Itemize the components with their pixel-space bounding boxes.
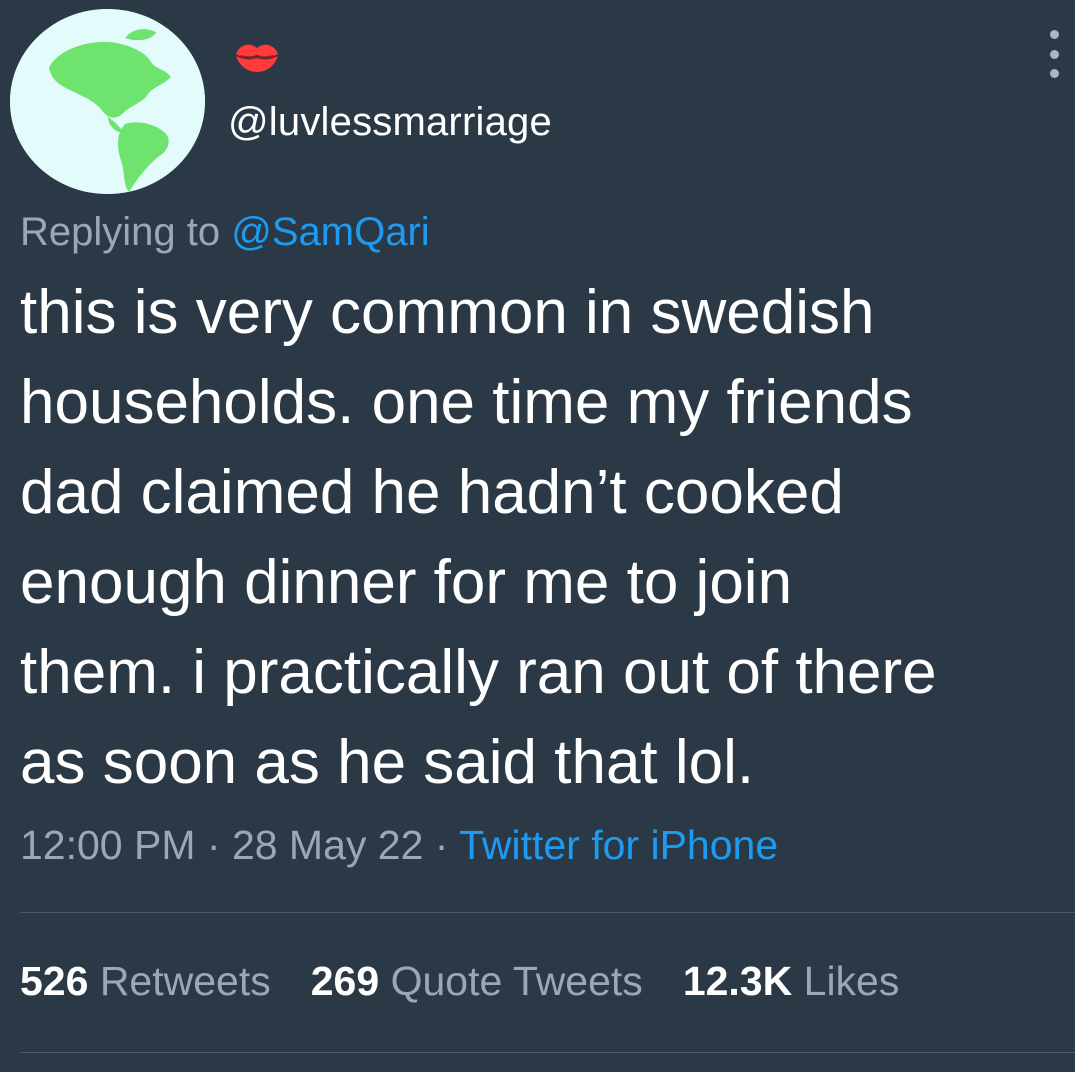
quote-tweets-stat[interactable]: 269 Quote Tweets	[311, 958, 643, 1005]
retweets-stat[interactable]: 526 Retweets	[20, 958, 271, 1005]
replying-to-handle-link[interactable]: @SamQari	[231, 210, 429, 254]
tweet-meta: 12:00 PM · 28 May 22 · Twitter for iPhon…	[20, 822, 778, 869]
likes-stat[interactable]: 12.3K Likes	[683, 958, 900, 1005]
likes-label: Likes	[803, 958, 900, 1004]
dot-icon	[1049, 49, 1059, 59]
globe-americas-icon	[10, 9, 205, 194]
replying-to: Replying to @SamQari	[20, 210, 430, 255]
tweet-card: @luvlessmarriage Replying to @SamQari th…	[0, 0, 1075, 1072]
meta-separator: ·	[423, 822, 460, 868]
meta-separator: ·	[195, 822, 232, 868]
divider	[20, 912, 1075, 913]
retweets-count: 526	[20, 958, 89, 1004]
dot-icon	[1049, 30, 1059, 39]
quote-tweets-label: Quote Tweets	[390, 958, 643, 1004]
retweets-label: Retweets	[99, 958, 271, 1004]
tweet-time[interactable]: 12:00 PM	[20, 822, 196, 868]
avatar[interactable]	[10, 9, 205, 194]
more-options-button[interactable]	[1040, 30, 1068, 78]
tweet-date[interactable]: 28 May 22	[232, 822, 423, 868]
user-handle[interactable]: @luvlessmarriage	[228, 100, 552, 145]
tweet-stats: 526 Retweets 269 Quote Tweets 12.3K Like…	[20, 958, 899, 1005]
likes-count: 12.3K	[682, 958, 793, 1004]
tweet-text: this is very common in swedish household…	[20, 278, 937, 797]
quote-tweets-count: 269	[310, 958, 380, 1004]
divider	[20, 1052, 1075, 1053]
kiss-mark-emoji-icon	[236, 44, 278, 72]
dot-icon	[1049, 69, 1059, 78]
tweet-source-link[interactable]: Twitter for iPhone	[459, 822, 778, 868]
replying-to-label: Replying to	[20, 210, 221, 254]
